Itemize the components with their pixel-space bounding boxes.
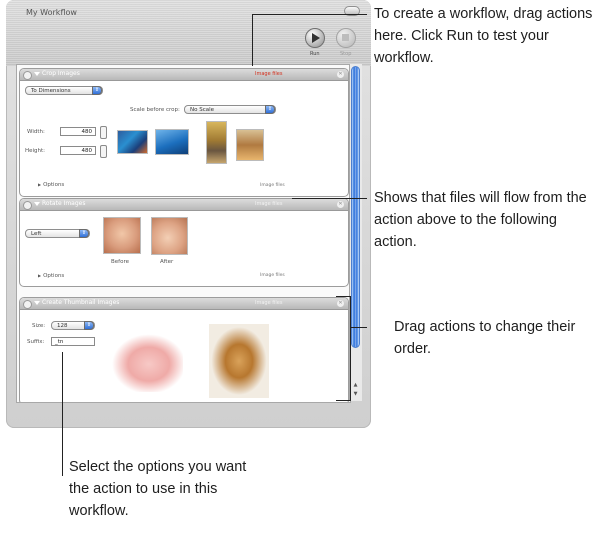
after-label: After [160,259,174,265]
callout-line [252,14,367,15]
scale-popup[interactable]: No Scale ⇕ [184,105,276,114]
pig-image-thumbnail [107,330,183,392]
callout-line [350,327,367,328]
height-stepper[interactable] [100,145,107,158]
callout-order: Drag actions to change their order. [394,319,576,357]
callout-line [252,14,253,66]
action-title: Rotate Images [42,200,86,207]
close-icon[interactable]: ✕ [337,71,344,78]
after-image-thumbnail [151,217,188,255]
callout-line [292,198,367,199]
disclosure-triangle-icon[interactable] [34,301,40,305]
disclosure-triangle-icon[interactable] [34,72,40,76]
callout-drag-here: To create a workflow, drag actions here.… [374,6,593,66]
stop-button[interactable] [336,28,356,48]
before-image-thumbnail [103,217,141,254]
callout-options: Select the options you want the action t… [69,459,247,519]
action-rotate-images[interactable]: Rotate Images Image files ✕ Left ⇕ Befor… [19,198,349,287]
automator-window: My Workflow Run Stop Crop Images Image f… [6,0,371,428]
output-type-label: Image files [260,183,285,188]
height-field[interactable]: 480 [60,146,96,155]
image-thumbnail [117,130,148,154]
scrollbar-thumb[interactable] [351,66,360,348]
crop-mode-value: To Dimensions [31,88,71,94]
action-header[interactable]: Rotate Images Image files ✕ [20,199,348,211]
size-label: Size: [32,323,46,329]
action-checkbox[interactable] [23,71,32,80]
action-input-type: Image files [255,201,283,207]
suffix-label: Suffix: [27,339,45,345]
options-toggle[interactable]: Options [38,182,64,188]
close-icon[interactable]: ✕ [337,201,344,208]
chevron-updown-icon: ⇕ [84,321,94,330]
run-button[interactable] [305,28,325,48]
callout-flow: Shows that files will flow from the acti… [374,190,587,250]
scale-label: Scale before crop: [130,107,180,113]
scale-value: No Scale [190,107,215,113]
before-label: Before [111,259,129,265]
callout-line [336,296,350,297]
action-title: Crop Images [42,70,80,77]
action-input-type: Image files [255,300,283,306]
close-icon[interactable]: ✕ [337,300,344,307]
disclosure-triangle-icon[interactable] [34,202,40,206]
action-input-type: Image files [255,71,283,77]
action-header[interactable]: Create Thumbnail Images Image files ✕ [20,298,348,310]
width-label: Width: [27,129,45,135]
scroll-up-icon[interactable]: ▲ [352,382,359,390]
callout-line [350,296,351,400]
action-title: Create Thumbnail Images [42,299,120,306]
height-label: Height: [25,148,46,154]
workflow-area[interactable]: Crop Images Image files ✕ To Dimensions … [16,64,351,403]
action-header[interactable]: Crop Images Image files ✕ [20,69,348,81]
action-checkbox[interactable] [23,201,32,210]
suffix-field[interactable]: _tn [51,337,95,346]
width-field[interactable]: 480 [60,127,96,136]
action-crop-images[interactable]: Crop Images Image files ✕ To Dimensions … [19,68,349,197]
width-stepper[interactable] [100,126,107,139]
scroll-down-icon[interactable]: ▼ [352,391,359,399]
chevron-updown-icon: ⇕ [265,105,275,114]
rotate-direction-popup[interactable]: Left ⇕ [25,229,90,238]
dog-image-thumbnail [209,324,269,398]
chevron-updown-icon: ⇕ [79,229,89,238]
window-title: My Workflow [26,8,77,17]
thumbnail-size-popup[interactable]: 128 ⇕ [51,321,95,330]
thumbnail-size-value: 128 [57,323,68,329]
rotate-direction-value: Left [31,231,42,237]
action-create-thumbnail-images[interactable]: Create Thumbnail Images Image files ✕ Si… [19,297,349,402]
callout-line [62,352,63,476]
options-toggle[interactable]: Options [38,273,64,279]
image-thumbnail [206,121,227,164]
run-label: Run [310,51,320,57]
stop-label: Stop [340,51,352,57]
callout-line [336,400,351,401]
action-checkbox[interactable] [23,300,32,309]
crop-mode-popup[interactable]: To Dimensions ⇕ [25,86,103,95]
image-thumbnail [236,129,264,161]
image-thumbnail [155,129,189,155]
chevron-updown-icon: ⇕ [92,86,102,95]
output-type-label: Image files [260,273,285,278]
